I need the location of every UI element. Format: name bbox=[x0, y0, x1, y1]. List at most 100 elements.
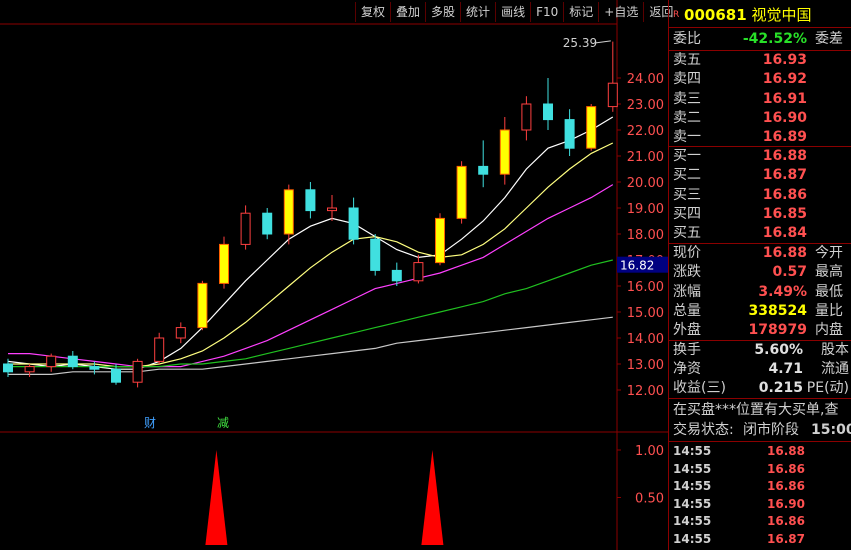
tick-row: 14:55 16.88 bbox=[671, 443, 851, 459]
quote-row: 涨跌 0.57 最高 bbox=[671, 263, 851, 282]
y-tick-label: 24.00 bbox=[627, 72, 664, 87]
stat-label2: PE(动) bbox=[806, 380, 849, 396]
quote-value: 0.57 bbox=[772, 264, 807, 281]
bid-price: 16.86 bbox=[762, 186, 807, 203]
quote-row: 总量 338524 量比 bbox=[671, 302, 851, 321]
bid-label: 买五 bbox=[673, 225, 701, 242]
candle bbox=[262, 208, 273, 240]
tick-time: 14:55 bbox=[673, 496, 712, 511]
stat-label2: 股本 bbox=[821, 342, 849, 358]
news-text: 在买盘***位置有大买单,查 bbox=[673, 402, 839, 418]
tick-price: 16.86 bbox=[767, 479, 805, 494]
bid-row: 买四 16.85 bbox=[671, 205, 851, 224]
candle bbox=[543, 78, 553, 130]
tick-price: 16.90 bbox=[767, 496, 805, 511]
ask-row: 卖二 16.90 bbox=[671, 109, 851, 128]
toolbar: 复权 叠加 多股 统计 画线 F10 标记 +自选 返回 bbox=[355, 2, 678, 22]
tick-price: 16.87 bbox=[767, 532, 805, 546]
quote-row: 外盘 178979 内盘 bbox=[671, 321, 851, 340]
toolbar-btn-6[interactable]: 标记 bbox=[563, 2, 598, 22]
quote-row: 现价 16.88 今开 bbox=[671, 244, 851, 263]
quote-value: 178979 bbox=[748, 322, 807, 339]
stat-value: 5.60% bbox=[754, 342, 803, 358]
toolbar-btn-1[interactable]: 叠加 bbox=[390, 2, 425, 22]
quote-label: 涨跌 bbox=[673, 264, 701, 281]
tick-time: 14:55 bbox=[673, 461, 712, 476]
candle bbox=[348, 197, 359, 245]
bid-row: 买三 16.86 bbox=[671, 186, 851, 205]
status-row: 交易状态: 闭市阶段 15:00: bbox=[671, 421, 851, 440]
y-tick-label: 22.00 bbox=[627, 124, 664, 139]
candle bbox=[435, 213, 445, 266]
bid-label: 买三 bbox=[673, 186, 701, 203]
y-tick-label: 19.00 bbox=[627, 202, 664, 217]
ma-line-4 bbox=[8, 316, 613, 375]
tick-row: 14:55 16.90 bbox=[671, 496, 851, 512]
candle bbox=[586, 104, 597, 151]
candle bbox=[521, 96, 532, 141]
tick-time: 14:55 bbox=[673, 514, 712, 529]
bid-row: 买一 16.88 bbox=[671, 147, 851, 166]
candle bbox=[132, 358, 143, 388]
quote-label2: 最低 bbox=[815, 283, 843, 300]
toolbar-btn-4[interactable]: 画线 bbox=[495, 2, 530, 22]
stat-row: 换手 5.60% 股本 bbox=[671, 341, 851, 360]
ask-price: 16.93 bbox=[762, 52, 807, 68]
candle bbox=[607, 41, 618, 112]
stat-value: 4.71 bbox=[768, 361, 803, 377]
bid-price: 16.88 bbox=[762, 148, 807, 164]
y-tick-label: 14.00 bbox=[627, 332, 664, 347]
ask-label: 卖四 bbox=[673, 71, 701, 88]
stock-code: 000681 bbox=[684, 6, 747, 24]
quote-label2: 量比 bbox=[815, 302, 843, 319]
candle bbox=[499, 117, 510, 185]
kline-chart[interactable]: 24.0023.0022.0021.0020.0019.0018.0017.00… bbox=[0, 0, 668, 550]
stat-label: 净资 bbox=[673, 361, 701, 377]
indicator-spike bbox=[205, 450, 228, 545]
y-tick-label: 23.00 bbox=[627, 98, 664, 113]
tick-row: 14:55 16.86 bbox=[671, 513, 851, 529]
tick-row: 14:55 16.86 bbox=[671, 478, 851, 494]
candle bbox=[175, 322, 186, 344]
bid-price: 16.84 bbox=[762, 225, 807, 242]
ask-row: 卖一 16.89 bbox=[671, 128, 851, 147]
candle bbox=[478, 140, 489, 188]
tick-row: 14:55 16.87 bbox=[671, 531, 851, 547]
candle bbox=[564, 109, 575, 156]
ind-tick-label: 0.50 bbox=[635, 492, 664, 507]
stat-row: 收益(三) 0.215 PE(动) bbox=[671, 379, 851, 398]
candle bbox=[46, 353, 57, 372]
stat-value: 0.215 bbox=[758, 380, 803, 396]
status-value: 闭市阶段 bbox=[743, 422, 799, 438]
y-tick-label: 12.00 bbox=[627, 384, 664, 399]
ma-line-0 bbox=[7, 116, 614, 370]
candle bbox=[67, 351, 78, 370]
y-tick-label: 20.00 bbox=[627, 176, 664, 191]
y-tick-label: 21.00 bbox=[627, 150, 664, 165]
ask-row: 卖五 16.93 bbox=[671, 51, 851, 70]
toolbar-btn-7[interactable]: +自选 bbox=[598, 2, 643, 22]
ask-price: 16.91 bbox=[762, 90, 807, 107]
candle bbox=[197, 280, 208, 331]
current-price-label: 16.82 bbox=[620, 259, 654, 273]
stat-label: 换手 bbox=[673, 342, 701, 358]
commission-row: 委比 -42.52% 委差 bbox=[671, 30, 851, 49]
tick-price: 16.88 bbox=[767, 444, 805, 458]
toolbar-btn-2[interactable]: 多股 bbox=[425, 2, 460, 22]
toolbar-btn-0[interactable]: 复权 bbox=[355, 2, 390, 22]
toolbar-btn-5[interactable]: F10 bbox=[530, 2, 563, 22]
ma-line-3 bbox=[8, 259, 613, 368]
bid-label: 买二 bbox=[673, 167, 701, 184]
toolbar-btn-3[interactable]: 统计 bbox=[460, 2, 495, 22]
quote-panel: R 000681 视觉中国 委比 -42.52% 委差 卖五 16.93 卖四 16.… bbox=[668, 0, 851, 550]
stat-row: 净资 4.71 流通 bbox=[671, 360, 851, 379]
commission-label: 委比 bbox=[673, 31, 701, 47]
candle bbox=[456, 161, 467, 224]
candle bbox=[327, 195, 337, 221]
high-annotation: 25.39 bbox=[563, 36, 597, 50]
tick-price: 16.86 bbox=[767, 461, 805, 476]
ma-line-1 bbox=[8, 142, 614, 368]
quote-label2: 内盘 bbox=[815, 322, 843, 339]
high-arrow bbox=[595, 40, 611, 44]
stat-label: 收益(三) bbox=[673, 380, 726, 396]
